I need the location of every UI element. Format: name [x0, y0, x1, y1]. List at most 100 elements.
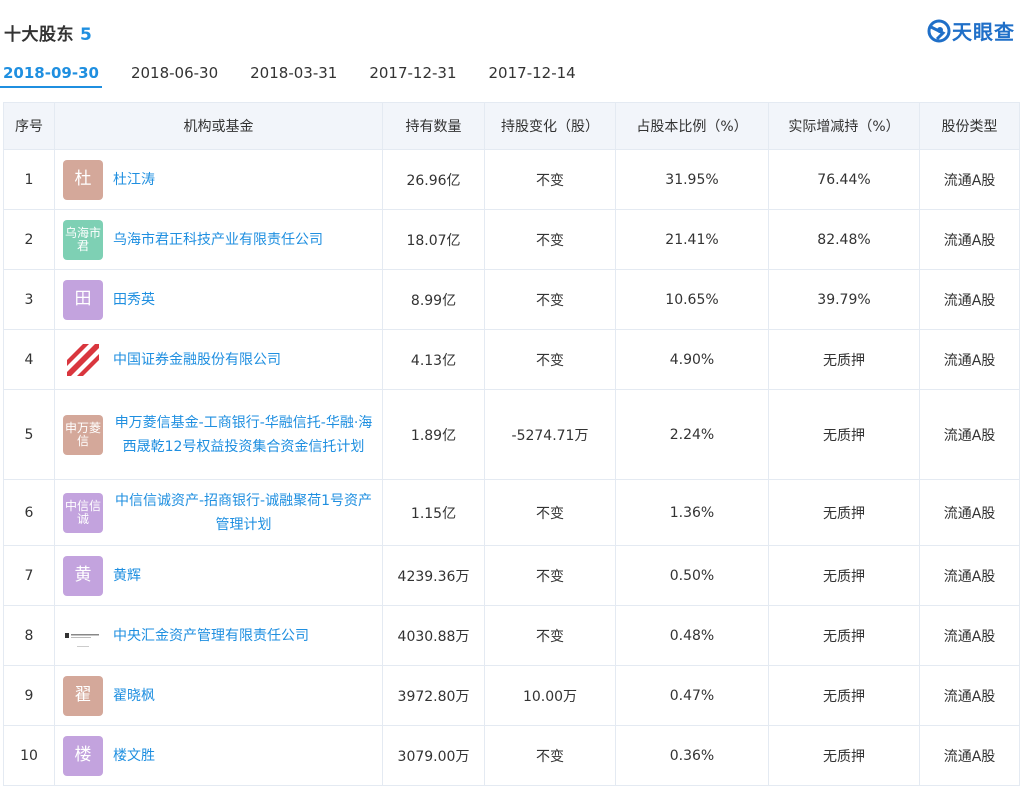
avatar: 申万菱信 [63, 414, 103, 455]
holder-name-link[interactable]: 田秀英 [113, 288, 155, 312]
holder-wrap: 中信信诚 中信信诚资产-招商银行-诚融聚荷1号资产管理计划 [63, 489, 374, 537]
holding-quantity: 1.89亿 [382, 389, 485, 480]
avatar: 黄 [63, 555, 103, 596]
holding-change: 不变 [484, 329, 616, 390]
share-ratio: 4.90% [615, 329, 769, 390]
actual-change: 无质押 [768, 665, 920, 726]
col-header-index: 序号 [3, 102, 55, 150]
col-header-quantity: 持有数量 [382, 102, 485, 150]
col-header-actual: 实际增减持（%） [768, 102, 920, 150]
row-index: 5 [3, 389, 55, 480]
avatar: 中信信诚 [63, 492, 103, 533]
holding-quantity: 8.99亿 [382, 269, 485, 330]
holder-wrap: 中国证券金融股份有限公司 [63, 339, 374, 380]
holder-name-link[interactable]: 申万菱信基金-工商银行-华融信托-华融·海西晟乾12号权益投资集合资金信托计划 [113, 411, 374, 459]
holder-name-link[interactable]: 乌海市君正科技产业有限责任公司 [113, 228, 323, 252]
holder-cell: 杜杜江涛 [54, 149, 383, 210]
table-header-row: 序号 机构或基金 持有数量 持股变化（股） 占股本比例（%） 实际增减持（%） … [3, 102, 1020, 150]
tab-date-3[interactable]: 2017-12-31 [366, 58, 459, 88]
table-row: 9 翟翟晓枫 3972.80万 10.00万 0.47% 无质押 流通A股 [3, 665, 1020, 726]
holder-cell: 乌海市君 乌海市君正科技产业有限责任公司 [54, 209, 383, 270]
holder-name-link[interactable]: 中国证券金融股份有限公司 [113, 348, 281, 372]
holder-wrap: 乌海市君 乌海市君正科技产业有限责任公司 [63, 219, 374, 260]
avatar: 翟 [63, 675, 103, 716]
row-index: 9 [3, 665, 55, 726]
section-title-text: 十大股东 [4, 25, 74, 45]
row-index: 7 [3, 545, 55, 606]
holder-name-link[interactable]: 中央汇金资产管理有限责任公司 [113, 624, 309, 648]
row-index: 10 [3, 725, 55, 786]
holding-change: 不变 [484, 605, 616, 666]
row-index: 3 [3, 269, 55, 330]
row-index: 4 [3, 329, 55, 390]
holder-name-link[interactable]: 楼文胜 [113, 744, 155, 768]
holder-cell: 翟翟晓枫 [54, 665, 383, 726]
actual-change: 无质押 [768, 725, 920, 786]
shareholders-table: 序号 机构或基金 持有数量 持股变化（股） 占股本比例（%） 实际增减持（%） … [3, 102, 1020, 786]
col-header-share-type: 股份类型 [919, 102, 1020, 150]
share-ratio: 31.95% [615, 149, 769, 210]
section-header: 十大股东 5 天眼查 [0, 0, 1025, 58]
tab-date-4[interactable]: 2017-12-14 [486, 58, 579, 88]
brand-name: 天眼查 [952, 20, 1015, 44]
actual-change: 82.48% [768, 209, 920, 270]
holding-quantity: 18.07亿 [382, 209, 485, 270]
central-huijin-logo-graphic [65, 632, 99, 647]
holding-change: 不变 [484, 479, 616, 546]
actual-change: 无质押 [768, 389, 920, 480]
holding-quantity: 4239.36万 [382, 545, 485, 606]
actual-change: 39.79% [768, 269, 920, 330]
csf-logo-icon [63, 339, 103, 380]
table-row: 6 中信信诚 中信信诚资产-招商银行-诚融聚荷1号资产管理计划 1.15亿 不变 1.36… [3, 479, 1020, 546]
actual-change: 无质押 [768, 329, 920, 390]
holder-name-link[interactable]: 杜江涛 [113, 168, 155, 192]
share-type: 流通A股 [919, 545, 1020, 606]
row-index: 2 [3, 209, 55, 270]
shareholder-count: 5 [80, 25, 93, 45]
holder-wrap: 翟翟晓枫 [63, 675, 374, 716]
holder-wrap: 黄黄辉 [63, 555, 374, 596]
holding-quantity: 3972.80万 [382, 665, 485, 726]
tab-date-1[interactable]: 2018-06-30 [128, 58, 221, 88]
avatar: 乌海市君 [63, 219, 103, 260]
holder-wrap: 田田秀英 [63, 279, 374, 320]
holding-quantity: 4030.88万 [382, 605, 485, 666]
holder-cell: 中国证券金融股份有限公司 [54, 329, 383, 390]
csf-logo-graphic [67, 343, 99, 376]
tab-date-0[interactable]: 2018-09-30 [0, 58, 102, 88]
actual-change: 无质押 [768, 479, 920, 546]
table-row: 3 田田秀英 8.99亿 不变 10.65% 39.79% 流通A股 [3, 269, 1020, 330]
holder-cell: 申万菱信 申万菱信基金-工商银行-华融信托-华融·海西晟乾12号权益投资集合资金信… [54, 389, 383, 480]
table-row: 8 中央汇金资产管理有限责任公司 4030.88万 不变 0.48% 无质押 流通A股 [3, 605, 1020, 666]
actual-change: 无质押 [768, 605, 920, 666]
holder-wrap: 楼楼文胜 [63, 735, 374, 776]
holding-quantity: 4.13亿 [382, 329, 485, 390]
share-type: 流通A股 [919, 209, 1020, 270]
holder-wrap: 杜杜江涛 [63, 159, 374, 200]
avatar: 楼 [63, 735, 103, 776]
share-type: 流通A股 [919, 665, 1020, 726]
tab-date-2[interactable]: 2018-03-31 [247, 58, 340, 88]
holder-cell: 中信信诚 中信信诚资产-招商银行-诚融聚荷1号资产管理计划 [54, 479, 383, 546]
holding-quantity: 26.96亿 [382, 149, 485, 210]
share-ratio: 10.65% [615, 269, 769, 330]
col-header-ratio: 占股本比例（%） [615, 102, 769, 150]
share-type: 流通A股 [919, 605, 1020, 666]
table-row: 2 乌海市君 乌海市君正科技产业有限责任公司 18.07亿 不变 21.41% 82.48%… [3, 209, 1020, 270]
holding-change: -5274.71万 [484, 389, 616, 480]
share-ratio: 0.36% [615, 725, 769, 786]
holder-name-link[interactable]: 翟晓枫 [113, 684, 155, 708]
share-ratio: 0.50% [615, 545, 769, 606]
holding-change: 不变 [484, 149, 616, 210]
row-index: 6 [3, 479, 55, 546]
holding-quantity: 3079.00万 [382, 725, 485, 786]
holder-name-link[interactable]: 中信信诚资产-招商银行-诚融聚荷1号资产管理计划 [113, 489, 374, 537]
holding-change: 10.00万 [484, 665, 616, 726]
table-row: 7 黄黄辉 4239.36万 不变 0.50% 无质押 流通A股 [3, 545, 1020, 606]
tianyancha-logo-icon [927, 19, 951, 42]
share-type: 流通A股 [919, 389, 1020, 480]
holder-name-link[interactable]: 黄辉 [113, 564, 141, 588]
share-ratio: 0.47% [615, 665, 769, 726]
share-ratio: 2.24% [615, 389, 769, 480]
actual-change: 无质押 [768, 545, 920, 606]
